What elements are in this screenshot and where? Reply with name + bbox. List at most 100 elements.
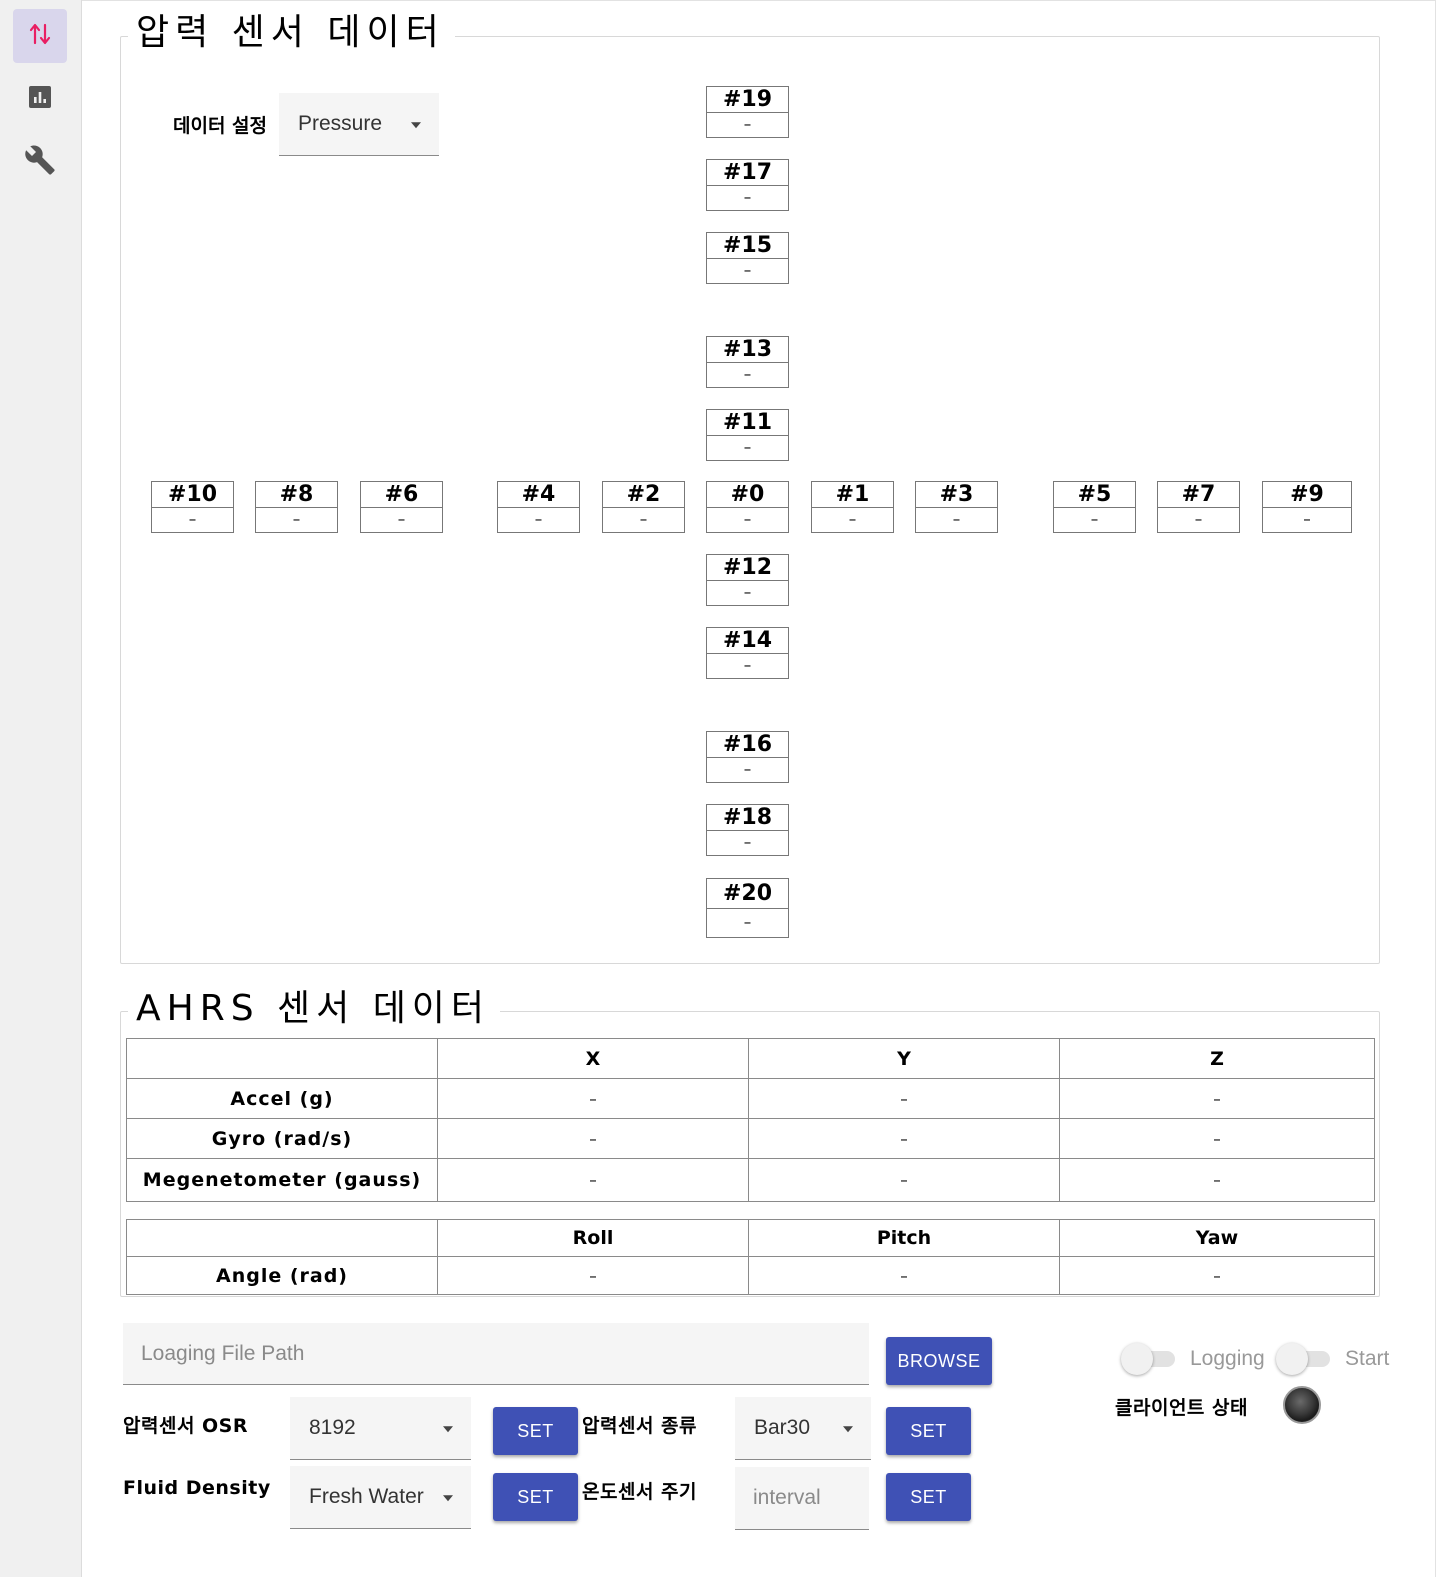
osr-set-button[interactable]: SET [493, 1407, 578, 1455]
start-label: Start [1345, 1347, 1390, 1370]
sensor-type-set-button[interactable]: SET [886, 1407, 971, 1455]
fluid-density-label: Fluid Density [123, 1477, 271, 1499]
sensor-13: #13 – [706, 336, 789, 388]
sensor-3: #3 – [915, 481, 998, 533]
toggle-thumb [1276, 1343, 1308, 1375]
sensor-value: – [1090, 510, 1099, 528]
nav-settings-button[interactable] [13, 135, 67, 189]
sensor-type-label: 압력센서 종류 [582, 1415, 697, 1437]
sensor-value: – [397, 510, 406, 528]
osr-value: 8192 [309, 1416, 356, 1439]
temp-interval-input[interactable] [735, 1467, 869, 1529]
row-header: Accel (g) [126, 1078, 438, 1119]
toggle-thumb [1121, 1343, 1153, 1375]
temp-interval-field[interactable] [735, 1467, 869, 1530]
row-header: Gyro (rad/s) [126, 1118, 438, 1159]
client-status-indicator [1283, 1386, 1321, 1424]
browse-button[interactable]: BROWSE [886, 1337, 992, 1385]
sensor-value: – [639, 510, 648, 528]
sensor-label: #9 [1263, 482, 1351, 508]
sensor-label: #10 [152, 482, 233, 508]
sensor-4: #4 – [497, 481, 580, 533]
sensor-label: #15 [707, 233, 788, 259]
data-setting-label: 데이터 설정 [173, 115, 268, 137]
sensor-value: – [743, 188, 752, 206]
dropdown-arrow-icon [843, 1426, 853, 1433]
row-header: Angle (rad) [126, 1256, 438, 1295]
sensor-11: #11 – [706, 409, 789, 461]
table-cell: – [748, 1256, 1060, 1295]
data-setting-select[interactable]: Pressure [279, 93, 439, 156]
table-header: Pitch [748, 1219, 1060, 1257]
sensor-14: #14 – [706, 627, 789, 679]
ahrs-angle-table: Roll Pitch Yaw Angle (rad) – – – [126, 1219, 1375, 1295]
temp-interval-set-button[interactable]: SET [886, 1473, 971, 1521]
table-cell: – [1059, 1256, 1375, 1295]
osr-label: 압력센서 OSR [123, 1415, 249, 1437]
table-header-row: X Y Z [126, 1038, 1375, 1079]
logging-file-path-input[interactable] [123, 1323, 869, 1384]
sensor-value: – [743, 760, 752, 778]
nav-transfer-button[interactable] [13, 9, 67, 63]
sensor-2: #2 – [602, 481, 685, 533]
chart-icon [28, 85, 52, 113]
client-status-label: 클라이언트 상태 [1115, 1397, 1248, 1419]
table-row: Angle (rad) – – – [126, 1256, 1375, 1295]
sensor-value: – [743, 115, 752, 133]
sensor-17: #17 – [706, 159, 789, 211]
sensor-label: #8 [256, 482, 337, 508]
sensor-label: #12 [707, 555, 788, 581]
sensor-15: #15 – [706, 232, 789, 284]
sensor-value: – [743, 913, 752, 931]
sensor-label: #6 [361, 482, 442, 508]
temp-interval-label: 온도센서 주기 [582, 1481, 697, 1503]
sensor-10: #10 – [151, 481, 234, 533]
sensor-label: #2 [603, 482, 684, 508]
sensor-type-value: Bar30 [754, 1416, 811, 1439]
sensor-type-select[interactable]: Bar30 [735, 1397, 871, 1460]
nav-chart-button[interactable] [13, 72, 67, 126]
table-cell: – [437, 1158, 749, 1202]
table-row: Accel (g) – – – [126, 1078, 1375, 1119]
sensor-value: – [743, 365, 752, 383]
table-header-blank [126, 1219, 438, 1257]
sensor-0: #0 – [706, 481, 789, 533]
row-header: Megenetometer (gauss) [126, 1158, 438, 1202]
osr-select[interactable]: 8192 [290, 1397, 471, 1460]
sensor-value: – [188, 510, 197, 528]
sensor-19: #19 – [706, 86, 789, 138]
dropdown-arrow-icon [443, 1426, 453, 1433]
sensor-value: – [743, 510, 752, 528]
table-cell: – [1059, 1118, 1375, 1159]
sensor-label: #20 [707, 879, 788, 909]
start-toggle[interactable] [1276, 1343, 1332, 1375]
sensor-5: #5 – [1053, 481, 1136, 533]
sensor-label: #14 [707, 628, 788, 654]
sensor-9: #9 – [1262, 481, 1352, 533]
table-cell: – [748, 1078, 1060, 1119]
sensor-value: – [1303, 510, 1311, 528]
table-cell: – [1059, 1078, 1375, 1119]
sensor-label: #4 [498, 482, 579, 508]
dropdown-arrow-icon [411, 122, 421, 129]
table-row: Megenetometer (gauss) – – – [126, 1158, 1375, 1202]
dropdown-arrow-icon [443, 1495, 453, 1502]
fluid-density-value: Fresh Water [309, 1485, 424, 1508]
fluid-density-select[interactable]: Fresh Water [290, 1466, 471, 1529]
logging-toggle[interactable] [1121, 1343, 1177, 1375]
data-setting-value: Pressure [298, 112, 383, 135]
sensor-value: – [534, 510, 543, 528]
logging-file-path-field[interactable] [123, 1323, 869, 1385]
ahrs-panel-title: AHRS 센서 데이터 [128, 989, 501, 1029]
logging-label: Logging [1190, 1347, 1265, 1370]
sensor-value: – [848, 510, 857, 528]
transfer-icon [28, 20, 52, 52]
sensor-value: – [743, 438, 752, 456]
sensor-7: #7 – [1157, 481, 1240, 533]
wrench-icon [24, 144, 56, 180]
fluid-density-set-button[interactable]: SET [493, 1473, 578, 1521]
table-cell: – [748, 1158, 1060, 1202]
sensor-label: #13 [707, 337, 788, 363]
sensor-label: #11 [707, 410, 788, 436]
sensor-label: #17 [707, 160, 788, 186]
